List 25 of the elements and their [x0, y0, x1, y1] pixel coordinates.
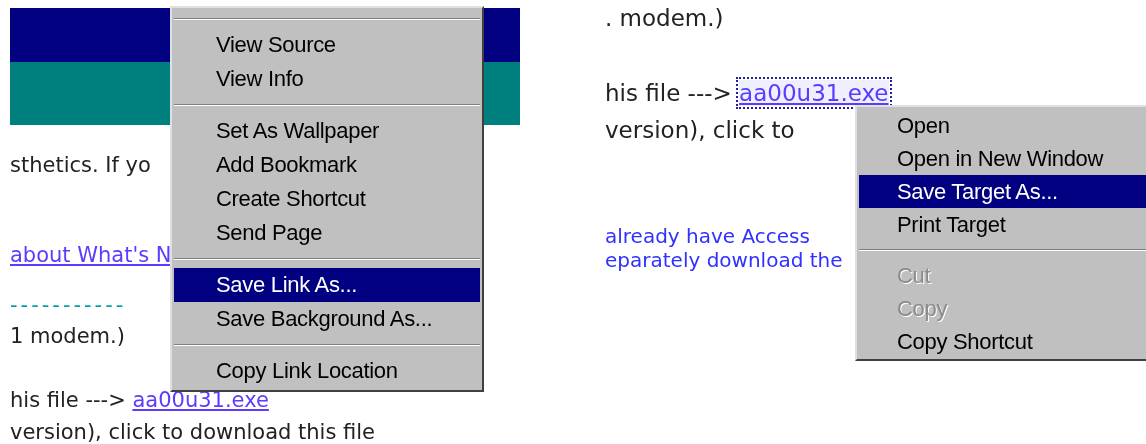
menu-item[interactable]: Save Link As... [174, 268, 480, 302]
text-line: . modem.) [605, 4, 724, 33]
text-line: version), click to download this file [10, 419, 375, 444]
menu-item[interactable]: Save Background As... [174, 302, 480, 336]
dashed-rule: ----------- [10, 292, 127, 319]
file-link[interactable]: aa00u31.exe [739, 80, 889, 106]
menu-item[interactable]: Print Target [859, 208, 1146, 241]
text-line: his file ---> [10, 388, 126, 412]
file-link[interactable]: aa00u31.exe [132, 388, 269, 412]
menu-item[interactable]: Save Target As... [859, 175, 1146, 208]
menu-item[interactable]: Copy Link Location [174, 354, 480, 388]
text-line: eparately download the [605, 248, 843, 272]
menu-item[interactable]: Send Page [174, 216, 480, 250]
text-line: his file ---> [605, 80, 732, 106]
menu-item[interactable]: Copy Shortcut [859, 325, 1146, 358]
menu-item[interactable]: Set As Wallpaper [174, 114, 480, 148]
menu-item[interactable]: Open [859, 109, 1146, 142]
menu-item[interactable]: Add Bookmark [174, 148, 480, 182]
text-line: 1 modem.) [10, 323, 125, 350]
text-line: sthetics. If yo [10, 152, 151, 179]
menu-item[interactable]: Open in New Window [859, 142, 1146, 175]
menu-item[interactable]: Create Shortcut [174, 182, 480, 216]
text-line: already have Access [605, 224, 810, 248]
menu-item[interactable]: View Info [174, 62, 480, 96]
text-line: version), click to [605, 116, 795, 145]
